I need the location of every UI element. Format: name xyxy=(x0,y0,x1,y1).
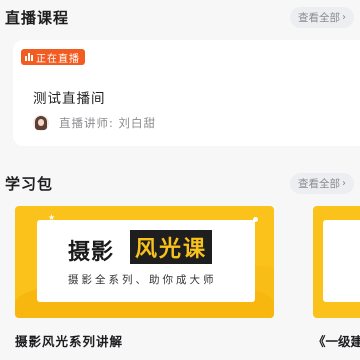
live-see-all-button[interactable]: 查看全部 › xyxy=(290,6,354,28)
package-name-2[interactable]: 《一级建 xyxy=(313,331,360,350)
live-status-label: 正在直播 xyxy=(36,53,80,65)
live-status-badge: 正在直播 xyxy=(21,49,85,65)
banner-subtitle: 摄影全系列、助你成大师 xyxy=(68,274,217,286)
live-signal-icon xyxy=(25,53,33,61)
package-section-header: 学习包 查看全部 › xyxy=(0,171,360,195)
live-course-card[interactable]: 正在直播 测试直播间 直播讲师: 刘白甜 xyxy=(13,40,360,146)
banner-panel xyxy=(323,220,360,302)
chevron-right-icon: › xyxy=(342,177,346,189)
package-section-title: 学习包 xyxy=(5,174,54,193)
chevron-right-icon: › xyxy=(342,11,346,23)
live-course-title: 测试直播间 xyxy=(33,91,106,107)
see-all-label: 查看全部 xyxy=(298,11,340,24)
teacher-avatar xyxy=(33,115,49,131)
banner-highlight-text: 风光课 xyxy=(130,230,213,264)
banner-main-text: 摄影 xyxy=(68,240,115,265)
see-all-label: 查看全部 xyxy=(298,177,340,190)
package-see-all-button[interactable]: 查看全部 › xyxy=(290,172,354,194)
live-section-title: 直播课程 xyxy=(5,8,70,27)
teacher-row: 直播讲师: 刘白甜 xyxy=(33,115,156,131)
package-name[interactable]: 摄影风光系列讲解 xyxy=(15,331,123,350)
dot-decoration xyxy=(253,217,258,222)
star-icon: ★ xyxy=(48,213,56,222)
live-section-header: 直播课程 查看全部 › xyxy=(0,5,360,29)
teacher-label: 直播讲师: 刘白甜 xyxy=(59,116,157,130)
package-card-banner-2[interactable] xyxy=(313,206,360,318)
